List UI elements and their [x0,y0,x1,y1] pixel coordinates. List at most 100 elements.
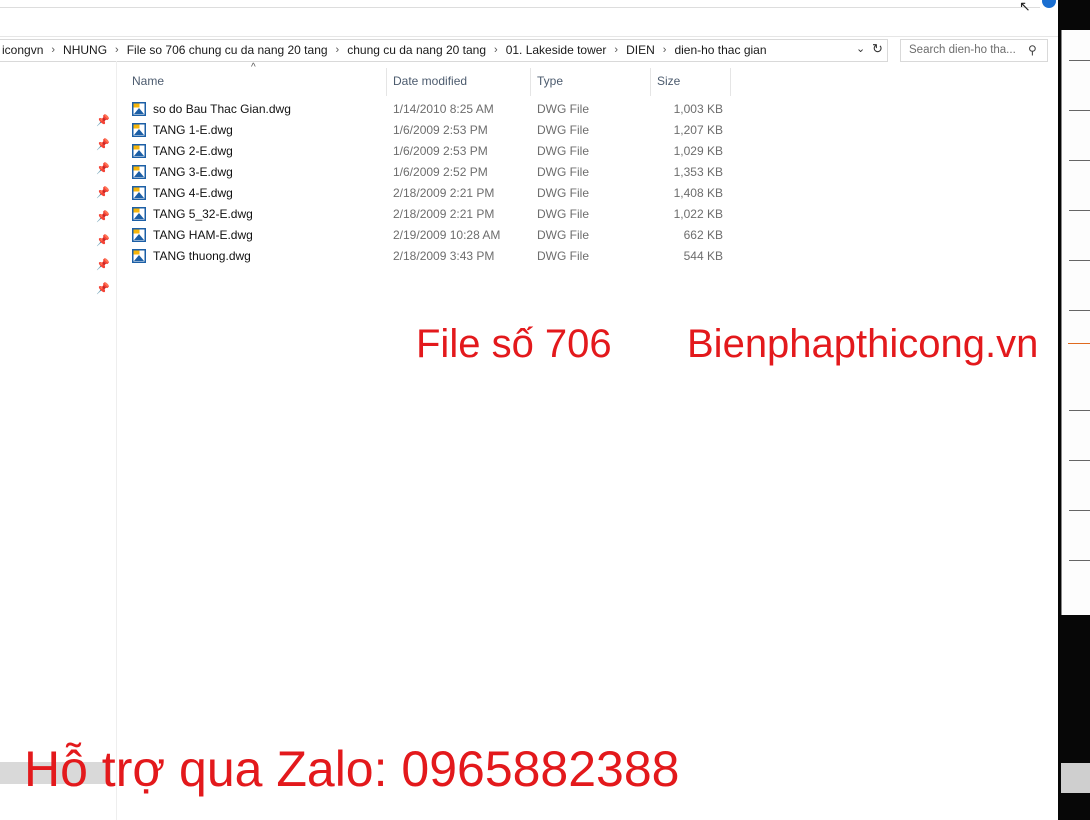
file-row[interactable]: TANG thuong.dwg 2/18/2009 3:43 PM DWG File… [130,246,730,267]
file-row[interactable]: TANG 1-E.dwg 1/6/2009 2:53 PM DWG File 1,20… [130,120,730,141]
chevron-right-icon[interactable]: › [47,44,59,56]
file-size: 1,029 KB [673,144,723,158]
file-size: 1,022 KB [673,207,723,221]
breadcrumb-item[interactable]: 01. Lakeside tower [502,43,611,57]
background-app-block [1061,763,1090,793]
file-type: DWG File [537,165,589,179]
navigation-pane[interactable]: 📌 📌 📌 📌 📌 📌 📌 📌 [0,61,117,820]
chevron-right-icon[interactable]: › [610,44,622,56]
mouse-cursor-icon: ↖ [1019,0,1031,14]
dwg-file-icon [132,102,146,116]
ruler-tick [1069,260,1090,261]
chevron-right-icon[interactable]: › [332,44,344,56]
file-size: 544 KB [683,249,723,263]
chevron-right-icon[interactable]: › [490,44,502,56]
address-bar[interactable]: icongvn › NHUNG › File so 706 chung cu da na… [0,39,888,62]
file-name[interactable]: TANG thuong.dwg [153,249,251,263]
pin-icon[interactable]: 📌 [96,258,110,271]
chevron-right-icon[interactable]: › [659,44,671,56]
file-date: 1/6/2009 2:52 PM [393,165,488,179]
file-type: DWG File [537,228,589,242]
ruler-tick [1069,310,1090,311]
dwg-file-icon [132,207,146,221]
column-header-size[interactable]: Size [651,68,730,94]
file-size: 662 KB [683,228,723,242]
ruler-tick [1069,60,1090,61]
column-header-name[interactable]: Name [130,68,386,94]
dwg-file-icon [132,165,146,179]
search-box[interactable]: Search dien-ho tha... ⚲ [900,39,1048,62]
ruler-tick [1069,110,1090,111]
pin-icon[interactable]: 📌 [96,138,110,151]
pin-icon[interactable]: 📌 [96,162,110,175]
watermark-zalo: Hỗ trợ qua Zalo: 0965882388 [24,741,680,797]
file-row[interactable]: TANG 5_32-E.dwg 2/18/2009 2:21 PM DWG File… [130,204,730,225]
dwg-file-icon [132,186,146,200]
file-date: 2/18/2009 3:43 PM [393,249,495,263]
file-type: DWG File [537,102,589,116]
breadcrumb-item[interactable]: chung cu da nang 20 tang [343,43,490,57]
search-input[interactable]: Search dien-ho tha... [909,44,1016,56]
file-size: 1,003 KB [673,102,723,116]
file-row[interactable]: TANG 2-E.dwg 1/6/2009 2:53 PM DWG File 1,02… [130,141,730,162]
pin-icon[interactable]: 📌 [96,234,110,247]
file-name[interactable]: TANG HAM-E.dwg [153,228,253,242]
dwg-file-icon [132,249,146,263]
ruler-tick [1069,510,1090,511]
breadcrumb-item[interactable]: dien-ho thac gian [670,43,770,57]
ruler-tick [1069,460,1090,461]
file-name[interactable]: TANG 1-E.dwg [153,123,233,137]
column-divider[interactable] [730,68,731,96]
file-name[interactable]: TANG 5_32-E.dwg [153,207,253,221]
background-orange-line [1068,343,1090,344]
file-name[interactable]: TANG 3-E.dwg [153,165,233,179]
file-row[interactable]: TANG HAM-E.dwg 2/19/2009 10:28 AM DWG File… [130,225,730,246]
watermark-site: Bienphapthicong.vn [687,322,1039,366]
file-name[interactable]: so do Bau Thac Gian.dwg [153,102,291,116]
file-row[interactable]: TANG 4-E.dwg 2/18/2009 2:21 PM DWG File 1,4… [130,183,730,204]
dwg-file-icon [132,228,146,242]
top-divider [0,7,1040,8]
file-date: 1/6/2009 2:53 PM [393,123,488,137]
file-date: 1/6/2009 2:53 PM [393,144,488,158]
pin-icon[interactable]: 📌 [96,114,110,127]
breadcrumb-item[interactable]: icongvn [0,43,47,57]
file-type: DWG File [537,186,589,200]
column-header-type[interactable]: Type [531,68,650,94]
file-type: DWG File [537,144,589,158]
dwg-file-icon [132,123,146,137]
pin-icon[interactable]: 📌 [96,210,110,223]
file-date: 2/18/2009 2:21 PM [393,186,495,200]
search-icon[interactable]: ⚲ [1028,43,1037,57]
file-date: 2/19/2009 10:28 AM [393,228,501,242]
breadcrumb: icongvn › NHUNG › File so 706 chung cu da na… [0,43,771,57]
breadcrumb-item[interactable]: File so 706 chung cu da nang 20 tang [123,43,332,57]
file-size: 1,353 KB [673,165,723,179]
watermark-file-number: File số 706 [416,322,612,366]
breadcrumb-item[interactable]: DIEN [622,43,659,57]
file-type: DWG File [537,123,589,137]
refresh-icon[interactable]: ↻ [872,41,883,57]
file-size: 1,207 KB [673,123,723,137]
chevron-down-icon[interactable]: ⌄ [856,42,865,55]
window-top-strip [0,0,1058,37]
breadcrumb-item[interactable]: NHUNG [59,43,111,57]
ruler-tick [1069,160,1090,161]
file-date: 1/14/2010 8:25 AM [393,102,494,116]
pin-icon[interactable]: 📌 [96,282,110,295]
chevron-right-icon[interactable]: › [111,44,123,56]
dwg-file-icon [132,144,146,158]
file-size: 1,408 KB [673,186,723,200]
file-row[interactable]: so do Bau Thac Gian.dwg 1/14/2010 8:25 AM… [130,99,730,120]
file-type: DWG File [537,207,589,221]
ruler-tick [1069,560,1090,561]
ruler-tick [1069,210,1090,211]
column-header-date[interactable]: Date modified [387,68,530,94]
ruler-tick [1069,410,1090,411]
file-row[interactable]: TANG 3-E.dwg 1/6/2009 2:52 PM DWG File 1,35… [130,162,730,183]
pin-icon[interactable]: 📌 [96,186,110,199]
file-name[interactable]: TANG 2-E.dwg [153,144,233,158]
file-name[interactable]: TANG 4-E.dwg [153,186,233,200]
background-app-panel [1061,30,1090,615]
file-date: 2/18/2009 2:21 PM [393,207,495,221]
